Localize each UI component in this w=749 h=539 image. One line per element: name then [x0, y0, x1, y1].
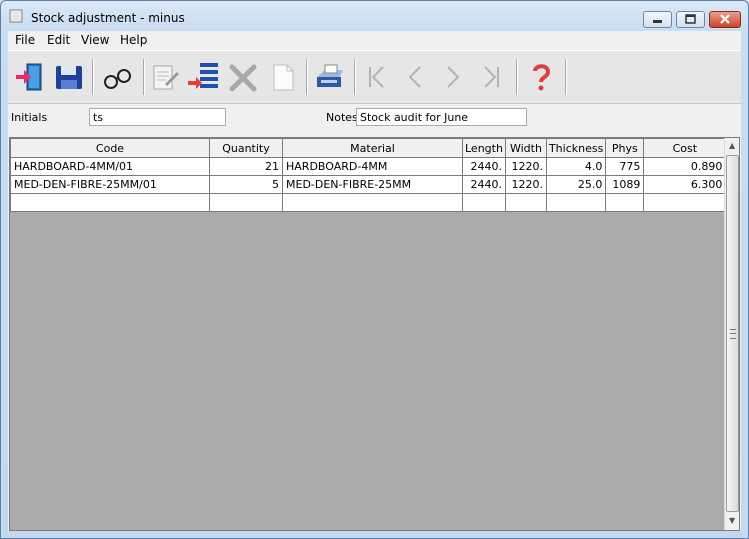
menu-view[interactable]: View — [81, 33, 109, 47]
close-icon — [720, 14, 730, 24]
edit-document-icon[interactable] — [148, 61, 182, 93]
initials-label: Initials — [11, 111, 48, 124]
header-form: Initials ts Notes Stock audit for June — [8, 103, 741, 137]
scroll-thumb[interactable] — [726, 155, 739, 512]
find-glasses-icon[interactable] — [101, 61, 135, 93]
initials-field[interactable]: ts — [89, 108, 226, 126]
cell-code[interactable]: HARDBOARD-4MM/01 — [10, 157, 210, 176]
cell-cost[interactable]: 6.300 — [643, 175, 727, 194]
cell-thickness[interactable]: 4.0 — [545, 157, 607, 176]
exit-door-icon[interactable] — [13, 61, 47, 93]
column-header-thickness[interactable]: Thickness — [545, 138, 607, 158]
cell-width[interactable] — [504, 193, 547, 212]
cell-quantity[interactable]: 21 — [209, 157, 283, 176]
cell-thickness[interactable] — [545, 193, 607, 212]
cell-length[interactable] — [462, 193, 506, 212]
menu-help[interactable]: Help — [120, 33, 147, 47]
print-icon[interactable] — [313, 61, 347, 93]
title-bar[interactable]: Stock adjustment - minus — [1, 1, 748, 31]
cell-code[interactable]: MED-DEN-FIBRE-25MM/01 — [10, 175, 210, 194]
cell-length[interactable]: 2440. — [462, 175, 506, 194]
table-row[interactable]: MED-DEN-FIBRE-25MM/01 5 MED-DEN-FIBRE-25… — [10, 175, 727, 194]
column-header-cost[interactable]: Cost — [643, 138, 727, 158]
cell-material[interactable]: HARDBOARD-4MM — [282, 157, 463, 176]
cell-length[interactable]: 2440. — [462, 157, 506, 176]
next-record-icon[interactable] — [436, 61, 470, 93]
first-record-icon[interactable] — [359, 61, 393, 93]
column-header-quantity[interactable]: Quantity — [209, 138, 283, 158]
cell-cost[interactable] — [643, 193, 727, 212]
scroll-up-icon[interactable]: ▲ — [729, 141, 735, 150]
column-header-material[interactable]: Material — [282, 138, 463, 158]
vertical-scrollbar[interactable]: ▲ ▼ — [724, 138, 739, 530]
cell-width[interactable]: 1220. — [504, 175, 547, 194]
cell-phys[interactable]: 775 — [605, 157, 645, 176]
minimize-button[interactable] — [643, 11, 672, 28]
cell-quantity[interactable] — [209, 193, 283, 212]
minimize-icon — [653, 20, 662, 23]
client-area: File Edit View Help Initials ts Notes St… — [8, 31, 741, 531]
window-title: Stock adjustment - minus — [31, 11, 185, 25]
toolbar — [8, 50, 741, 104]
cell-code[interactable] — [10, 193, 210, 212]
menu-file[interactable]: File — [15, 33, 35, 47]
app-icon — [9, 9, 23, 23]
cell-cost[interactable]: 0.890 — [643, 157, 727, 176]
close-button[interactable] — [709, 11, 741, 28]
column-header-length[interactable]: Length — [462, 138, 506, 158]
notes-label: Notes — [326, 111, 358, 124]
column-header-phys[interactable]: Phys — [605, 138, 645, 158]
save-disk-icon[interactable] — [52, 61, 86, 93]
stock-grid[interactable]: Code Quantity Material Length Width Thic… — [9, 137, 740, 531]
help-question-icon[interactable] — [524, 61, 558, 93]
cell-material[interactable]: MED-DEN-FIBRE-25MM — [282, 175, 463, 194]
prev-record-icon[interactable] — [398, 61, 432, 93]
cell-phys[interactable] — [605, 193, 645, 212]
cell-width[interactable]: 1220. — [504, 157, 547, 176]
grid-table: Code Quantity Material Length Width Thic… — [10, 138, 727, 212]
column-header-width[interactable]: Width — [504, 138, 547, 158]
grip-icon — [730, 329, 736, 339]
cell-material[interactable] — [282, 193, 463, 212]
scroll-down-icon[interactable]: ▼ — [729, 516, 735, 525]
table-row[interactable]: HARDBOARD-4MM/01 21 HARDBOARD-4MM 2440. … — [10, 157, 727, 176]
cell-quantity[interactable]: 5 — [209, 175, 283, 194]
last-record-icon[interactable] — [475, 61, 509, 93]
menu-bar: File Edit View Help — [8, 31, 741, 50]
delete-x-icon[interactable] — [226, 61, 260, 93]
new-page-icon[interactable] — [266, 61, 300, 93]
app-window: Stock adjustment - minus File Edit View … — [0, 0, 749, 539]
column-header-code[interactable]: Code — [10, 138, 210, 158]
cell-thickness[interactable]: 25.0 — [545, 175, 607, 194]
insert-row-icon[interactable] — [186, 61, 220, 93]
maximize-icon — [685, 14, 696, 24]
cell-phys[interactable]: 1089 — [605, 175, 645, 194]
maximize-button[interactable] — [676, 11, 705, 28]
menu-edit[interactable]: Edit — [47, 33, 70, 47]
table-row-new[interactable] — [10, 193, 727, 212]
notes-field[interactable]: Stock audit for June — [356, 108, 527, 126]
